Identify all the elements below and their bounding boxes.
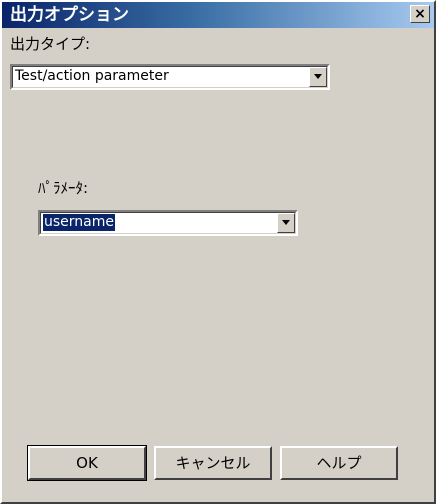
output-type-select[interactable]: Test/action parameter <box>10 64 330 90</box>
parameter-dropdown-button[interactable] <box>277 213 295 233</box>
parameter-label: ﾊﾟﾗﾒｰﾀ: <box>38 179 89 197</box>
ok-button[interactable]: OK <box>27 445 147 481</box>
parameter-value: username <box>43 214 115 231</box>
output-options-dialog: 出力オプション × 出力タイプ: Test/action parameter ﾊ… <box>0 0 436 504</box>
output-type-label: 出力タイプ: <box>10 35 91 53</box>
close-button[interactable]: × <box>410 5 430 23</box>
output-type-dropdown-button[interactable] <box>309 67 327 87</box>
help-button[interactable]: ヘルプ <box>280 446 398 480</box>
parameter-select[interactable]: username <box>38 210 298 236</box>
chevron-down-icon <box>314 74 322 79</box>
title-bar[interactable]: 出力オプション × <box>2 2 434 28</box>
chevron-down-icon <box>282 220 290 225</box>
output-type-value: Test/action parameter <box>15 68 169 84</box>
window-title: 出力オプション <box>10 5 129 25</box>
close-icon: × <box>414 6 426 22</box>
cancel-button[interactable]: キャンセル <box>154 446 272 480</box>
